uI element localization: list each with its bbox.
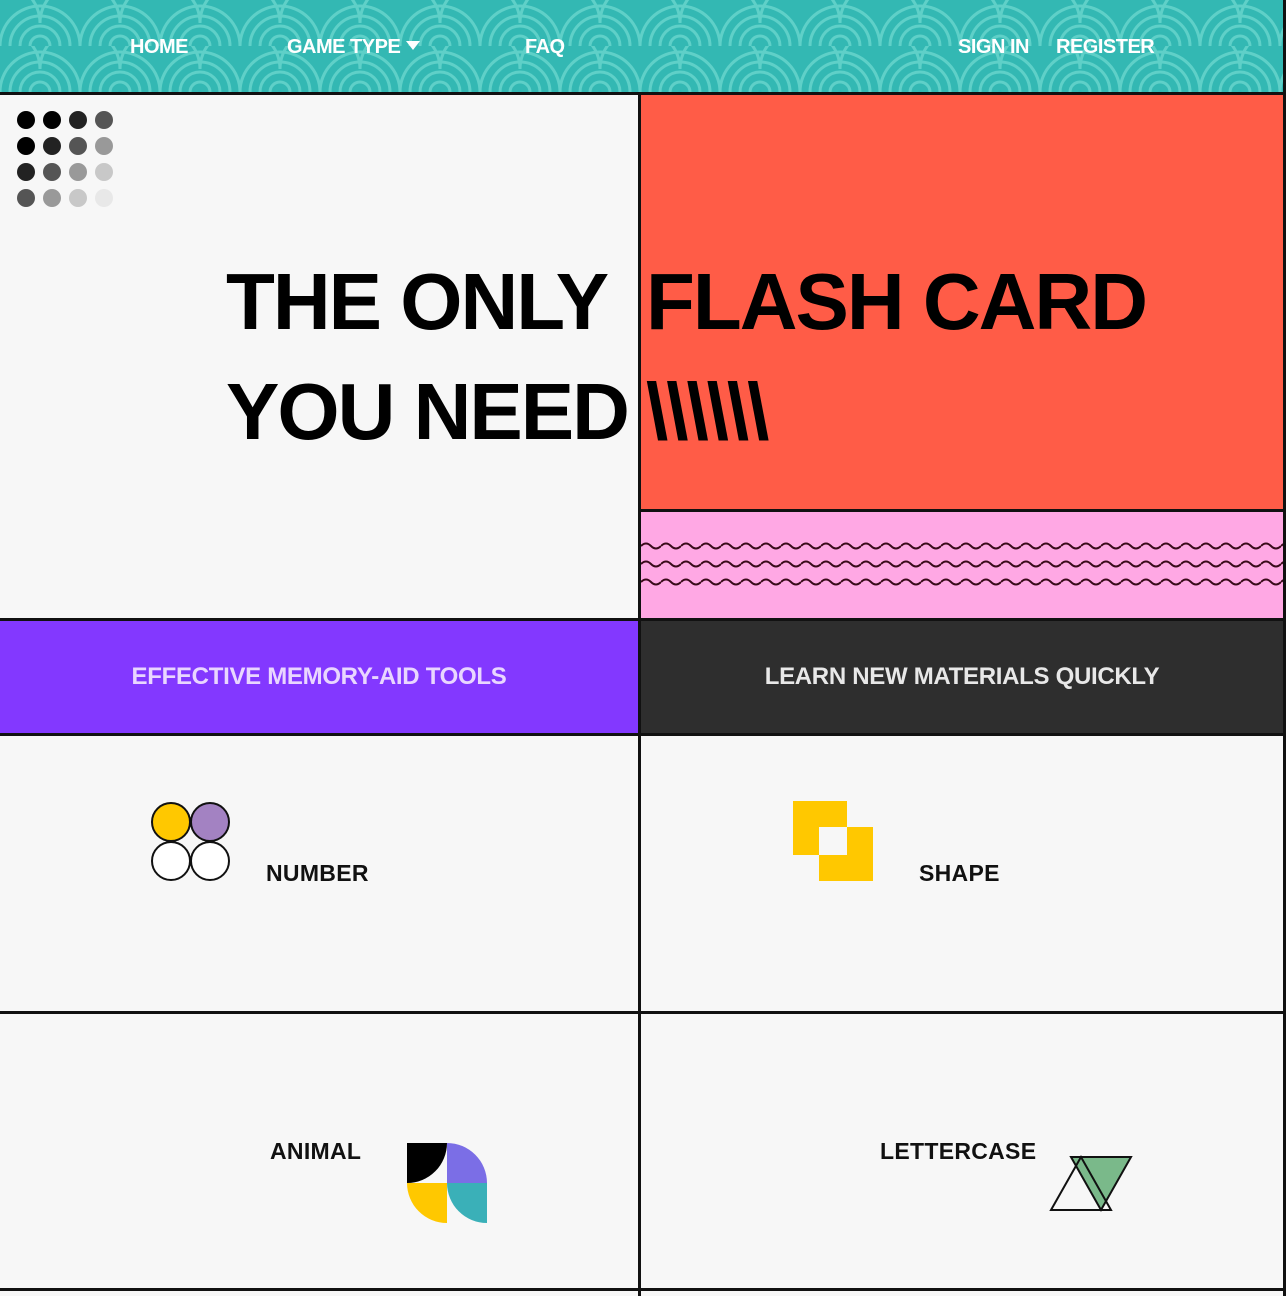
card-animal[interactable]: ANIMAL xyxy=(0,1014,638,1288)
nav-faq-link[interactable]: FAQ xyxy=(525,34,565,60)
nav-game-type-label: GAME TYPE xyxy=(287,36,401,58)
headline-you-need: YOU NEED xyxy=(226,367,630,456)
yellow-squares-icon xyxy=(793,801,873,881)
card-lettercase[interactable]: LETTERCASE xyxy=(641,1014,1283,1288)
caret-down-icon xyxy=(406,41,421,50)
banner-learn-quickly-text: LEARN NEW MATERIALS QUICKLY xyxy=(764,663,1160,690)
headline-the-only: THE ONLY xyxy=(226,257,609,346)
card-shape-label: SHAPE xyxy=(919,860,1000,886)
card-shape[interactable]: SHAPE xyxy=(641,736,1283,1011)
dot-grid-icon xyxy=(17,111,117,211)
card-number-label: NUMBER xyxy=(266,860,369,886)
nav-game-type-dropdown[interactable]: GAME TYPE xyxy=(287,34,421,60)
hero-pink-panel xyxy=(641,512,1283,618)
top-navigation: HOME GAME TYPE FAQ SIGN IN REGISTER xyxy=(0,0,1286,92)
card-number[interactable]: NUMBER xyxy=(0,736,638,1011)
card-animal-label: ANIMAL xyxy=(270,1138,362,1164)
wavy-lines-decoration xyxy=(641,512,1283,618)
banner-memory-aid: EFFECTIVE MEMORY-AID TOOLS xyxy=(0,621,638,733)
headline-slashes: \\\\\\ xyxy=(646,367,769,456)
quarter-shapes-icon xyxy=(407,1143,487,1223)
banner-learn-quickly: LEARN NEW MATERIALS QUICKLY xyxy=(641,621,1283,733)
headline-flash-card: FLASH CARD xyxy=(646,257,1148,346)
card-lettercase-label: LETTERCASE xyxy=(880,1138,1037,1164)
four-circles-icon xyxy=(151,802,230,881)
triangles-icon xyxy=(1049,1154,1133,1213)
banner-memory-aid-text: EFFECTIVE MEMORY-AID TOOLS xyxy=(131,663,507,690)
nav-register-link[interactable]: REGISTER xyxy=(1056,34,1155,60)
nav-home-link[interactable]: HOME xyxy=(130,34,189,60)
page: HOME GAME TYPE FAQ SIGN IN REGISTER THE … xyxy=(0,0,1286,1296)
divider xyxy=(0,1288,1286,1291)
nav-sign-in-link[interactable]: SIGN IN xyxy=(958,34,1029,60)
